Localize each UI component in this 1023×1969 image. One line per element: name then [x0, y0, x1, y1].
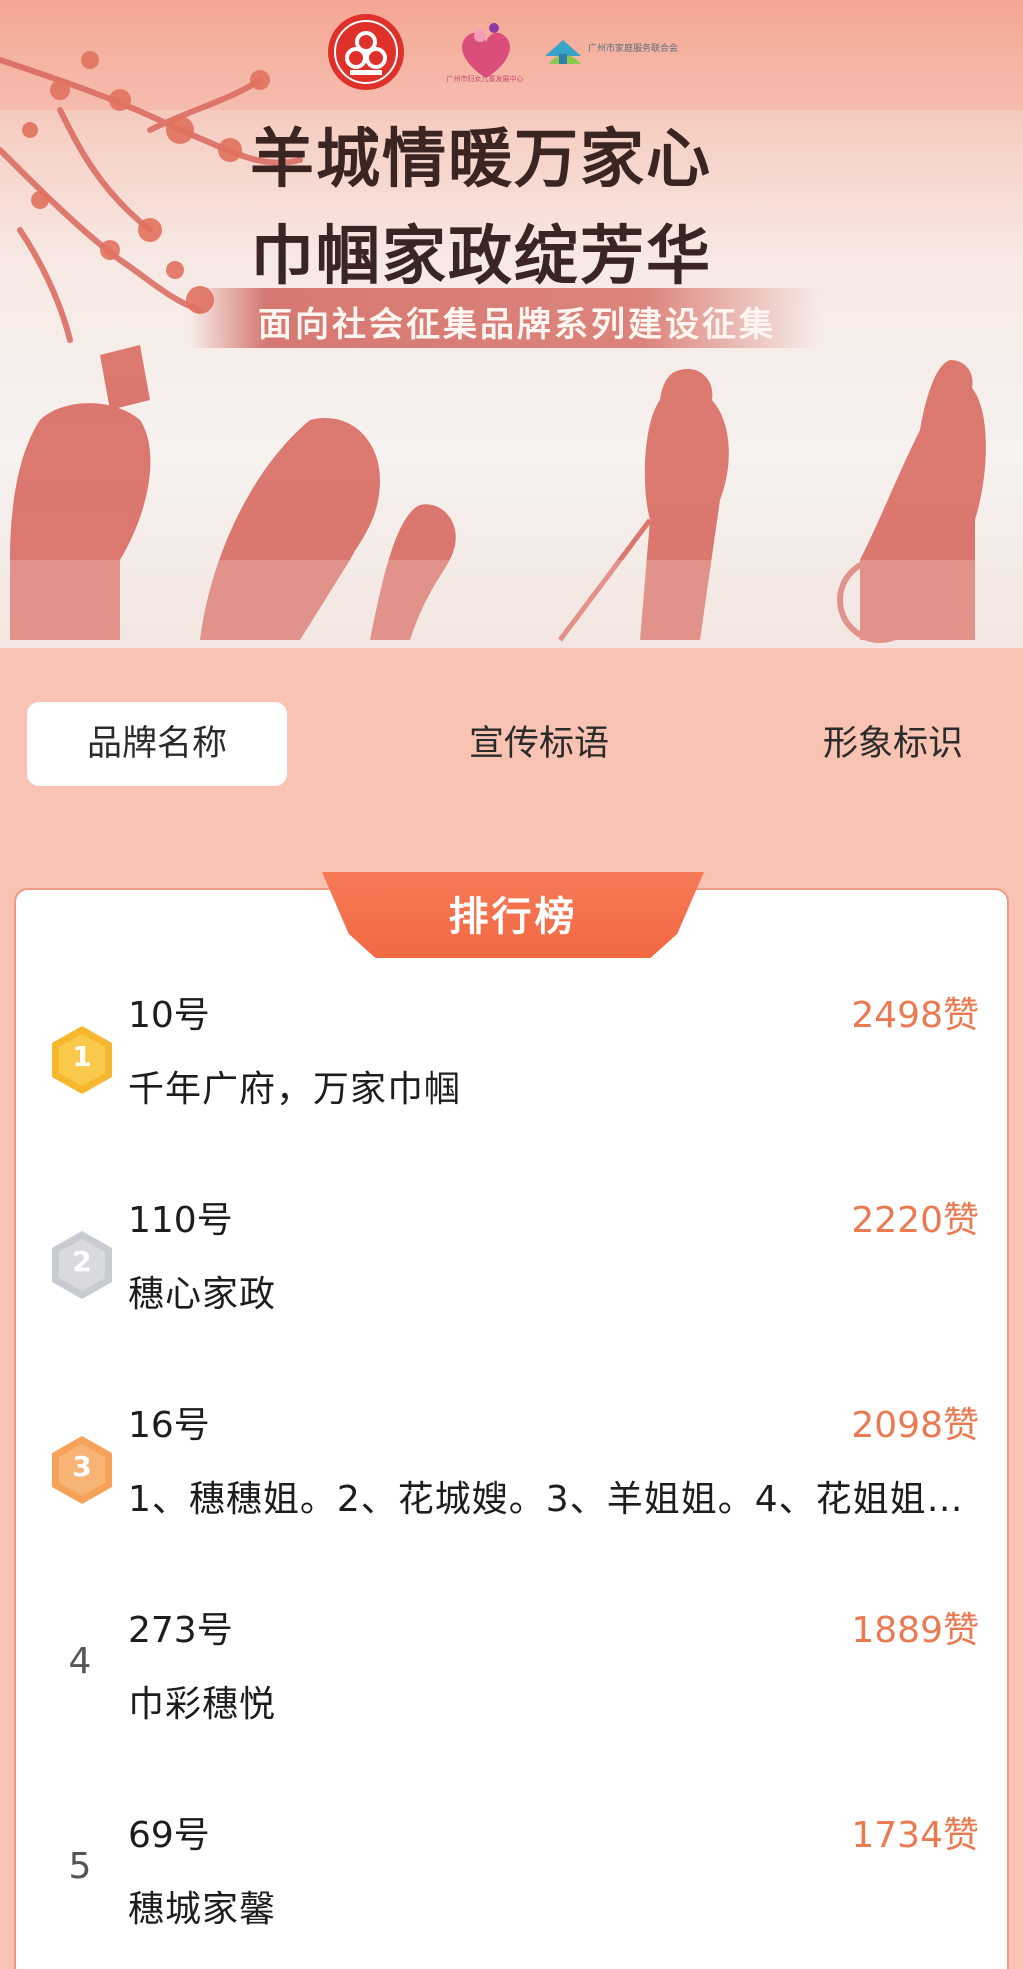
entry-number: 10号: [128, 995, 210, 1036]
entry-name: 巾彩穗悦: [128, 1684, 277, 1725]
entry-name: 1、穗穗姐。2、花城嫂。3、羊姐姐。4、花姐姐。5、小红嫂: [128, 1479, 998, 1520]
like-count: 2098赞: [851, 1405, 979, 1446]
category-tabs: 品牌名称 宣传标语 形象标识: [27, 702, 997, 786]
entry-number: 69号: [128, 1815, 210, 1856]
ranking-row[interactable]: 1 10号 千年广府，万家巾帼 2498赞: [14, 995, 1009, 1200]
like-count: 2220赞: [851, 1200, 979, 1241]
entry-number: 16号: [128, 1405, 210, 1446]
ranking-row[interactable]: 3 16号 1、穗穗姐。2、花城嫂。3、羊姐姐。4、花姐姐。5、小红嫂 2098…: [14, 1405, 1009, 1610]
entry-name: 穗心家政: [128, 1274, 277, 1315]
rank-number: 5: [68, 1846, 92, 1887]
bronze-medal-icon: 3: [50, 1434, 114, 1506]
ranking-title: 排行榜: [448, 894, 578, 940]
womens-federation-logo: [328, 14, 404, 90]
family-service-federation-logo: [545, 40, 581, 64]
tab-logo-identity[interactable]: 形象标识: [763, 702, 1023, 786]
ranking-row[interactable]: 2 110号 穗心家政 2220赞: [14, 1200, 1009, 1405]
page: 广州市妇女儿童发展中心 广州市家庭服务联合会 羊城情暖万家心 巾帼家政绽芳华 面…: [0, 0, 1023, 1969]
entry-number: 110号: [128, 1200, 233, 1241]
rank-number: 1: [72, 1040, 92, 1073]
gold-medal-icon: 1: [50, 1024, 114, 1096]
entry-name: 穗城家馨: [128, 1889, 277, 1930]
entry-name: 千年广府，万家巾帼: [128, 1069, 462, 1110]
rank-number: 2: [72, 1245, 92, 1278]
rank-number: 3: [72, 1450, 92, 1483]
development-center-name: 广州市妇女儿童发展中心: [446, 75, 524, 83]
headline-line-1: 羊城情暖万家心: [250, 122, 712, 197]
partner-logos: 广州市妇女儿童发展中心 广州市家庭服务联合会: [0, 8, 1023, 90]
ranking-row[interactable]: 4 273号 巾彩穗悦 1889赞: [14, 1610, 1009, 1815]
like-count: 1734赞: [851, 1815, 979, 1856]
ranking-row[interactable]: 5 69号 穗城家馨 1734赞: [14, 1815, 1009, 1969]
rank-number: 4: [68, 1641, 92, 1682]
silver-medal-icon: 2: [50, 1229, 114, 1301]
campaign-banner: 广州市妇女儿童发展中心 广州市家庭服务联合会 羊城情暖万家心 巾帼家政绽芳华 面…: [0, 0, 1023, 648]
entry-number: 273号: [128, 1610, 233, 1651]
tab-brand-name[interactable]: 品牌名称: [27, 702, 287, 786]
like-count: 2498赞: [851, 995, 979, 1036]
like-count: 1889赞: [851, 1610, 979, 1651]
campaign-subtitle: 面向社会征集品牌系列建设征集: [258, 305, 776, 345]
tab-slogan[interactable]: 宣传标语: [409, 702, 669, 786]
headline-line-2: 巾帼家政绽芳华: [250, 219, 712, 294]
family-service-federation-name: 广州市家庭服务联合会: [588, 44, 679, 54]
